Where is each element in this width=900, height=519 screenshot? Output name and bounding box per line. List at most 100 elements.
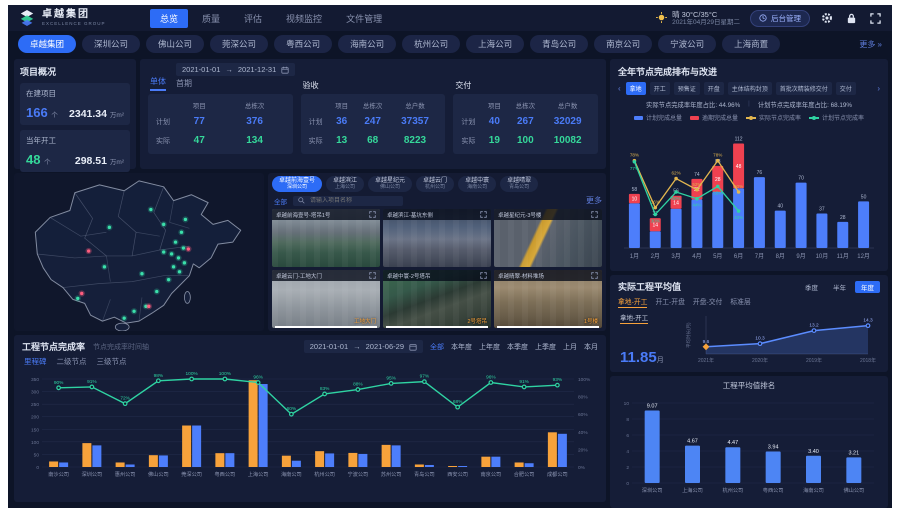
actual-bar[interactable] <box>292 461 301 467</box>
company-tab[interactable]: 佛山公司 <box>146 35 204 53</box>
project-dot[interactable] <box>174 240 177 243</box>
video-project-tab[interactable]: 卓越滨江上海公司 <box>326 176 364 192</box>
video-project-tab[interactable]: 卓越晴翠青岛公司 <box>500 176 538 192</box>
project-dot[interactable] <box>183 261 186 264</box>
project-dot[interactable] <box>103 265 106 268</box>
company-tab[interactable]: 粤西公司 <box>274 35 332 53</box>
plan-bar[interactable] <box>348 453 357 467</box>
video-tile[interactable]: 卓越星纪元-3号楼 <box>494 209 602 267</box>
avg-tab-标准层[interactable]: 标准层 <box>730 296 750 308</box>
plan-bar[interactable] <box>82 443 91 467</box>
nav-item-视频监控[interactable]: 视频监控 <box>276 9 332 28</box>
plan-bar[interactable] <box>629 203 640 248</box>
video-project-tab[interactable]: 卓越云门杭州公司 <box>416 176 454 192</box>
chevron-right-icon[interactable]: › <box>877 84 880 93</box>
settings-icon[interactable] <box>820 11 834 25</box>
rank-bar[interactable] <box>725 447 740 483</box>
legend-item[interactable]: 逾期完成总量 <box>690 113 738 122</box>
rank-bar[interactable] <box>766 451 781 483</box>
bottom-filter-本月[interactable]: 本月 <box>584 342 598 352</box>
actual-bar[interactable] <box>491 457 500 467</box>
nav-item-质量[interactable]: 质量 <box>192 9 230 28</box>
table-tab-单体[interactable]: 单体 <box>150 76 166 91</box>
video-tile[interactable]: 卓越晴翠-材料堆场1号楼 <box>494 270 602 328</box>
rank-bar[interactable] <box>806 456 821 483</box>
alert-project-dot[interactable] <box>147 305 150 308</box>
company-tab[interactable]: 海南公司 <box>338 35 396 53</box>
project-dot[interactable] <box>170 252 173 255</box>
project-dot[interactable] <box>76 297 79 300</box>
avg-toggle-季度[interactable]: 季度 <box>799 281 824 293</box>
annual-filter-首批次精装修交付[interactable]: 首批次精装修交付 <box>776 82 832 95</box>
bottom-tab-二级节点[interactable]: 二级节点 <box>57 356 87 367</box>
alert-project-dot[interactable] <box>87 249 90 252</box>
video-more-link[interactable]: 更多 <box>586 195 602 206</box>
company-tab[interactable]: 南京公司 <box>594 35 652 53</box>
plan-bar[interactable] <box>481 457 490 467</box>
actual-bar[interactable] <box>525 463 534 467</box>
actual-bar[interactable] <box>126 464 135 467</box>
video-tile[interactable]: 卓越前海壹号-塔吊1号 <box>272 209 380 267</box>
plan-bar[interactable] <box>215 453 224 467</box>
plan-bar[interactable] <box>754 177 765 248</box>
plan-bar[interactable] <box>671 209 682 248</box>
project-dot[interactable] <box>177 256 180 259</box>
fullscreen-icon[interactable] <box>868 11 882 25</box>
plan-bar[interactable] <box>712 192 723 248</box>
project-dot[interactable] <box>123 316 126 319</box>
legend-item[interactable]: 实际节点完成率 <box>746 113 801 122</box>
video-project-tab[interactable]: 卓越中寰海南公司 <box>458 176 496 192</box>
actual-bar[interactable] <box>59 462 68 467</box>
company-tab[interactable]: 杭州公司 <box>402 35 460 53</box>
actual-bar[interactable] <box>425 465 434 467</box>
legend-item[interactable]: 计划节点完成率 <box>809 113 864 122</box>
plan-bar[interactable] <box>858 201 869 248</box>
actual-bar[interactable] <box>558 434 567 467</box>
avg-tab-开工-开盘[interactable]: 开工-开盘 <box>655 296 684 308</box>
nav-item-评估[interactable]: 评估 <box>234 9 272 28</box>
actual-bar[interactable] <box>92 445 101 467</box>
project-dot[interactable] <box>167 278 170 281</box>
video-tile[interactable]: 卓越滨江-基坑东侧 <box>383 209 491 267</box>
tile-expand-icon[interactable] <box>480 211 487 218</box>
plan-bar[interactable] <box>116 462 125 467</box>
company-tab[interactable]: 深圳公司 <box>82 35 140 53</box>
project-dot[interactable] <box>140 272 143 275</box>
video-filter-all[interactable]: 全部 <box>274 196 287 206</box>
nav-item-文件管理[interactable]: 文件管理 <box>336 9 392 28</box>
project-dot[interactable] <box>162 250 165 253</box>
project-dot[interactable] <box>149 208 152 211</box>
project-dot[interactable] <box>132 310 135 313</box>
bottom-tab-里程碑[interactable]: 里程碑 <box>24 356 47 367</box>
actual-bar[interactable] <box>225 453 234 467</box>
plan-bar[interactable] <box>249 380 258 467</box>
annual-filter-拿地[interactable]: 拿地 <box>626 82 646 95</box>
tile-expand-icon[interactable] <box>591 272 598 279</box>
project-dot[interactable] <box>172 265 175 268</box>
plan-bar[interactable] <box>315 451 324 467</box>
video-search[interactable] <box>293 196 403 206</box>
plan-bar[interactable] <box>448 466 457 467</box>
table-tab-首期[interactable]: 首期 <box>176 78 192 91</box>
annual-filter-开盘[interactable]: 开盘 <box>704 82 724 95</box>
avg-tab-开盘-交付[interactable]: 开盘-交付 <box>693 296 722 308</box>
company-tab[interactable]: 莞深公司 <box>210 35 268 53</box>
company-tab[interactable]: 上海商置 <box>722 35 780 53</box>
actual-bar[interactable] <box>458 466 467 467</box>
rank-bar[interactable] <box>645 410 660 483</box>
video-project-tab[interactable]: 卓越前海壹号深圳公司 <box>272 176 322 192</box>
plan-bar[interactable] <box>837 222 848 248</box>
video-project-tab[interactable]: 卓越星纪元佛山公司 <box>368 176 412 192</box>
date-range-picker[interactable]: 2021-01-01 → 2021-12-31 <box>176 63 295 76</box>
plan-bar[interactable] <box>415 464 424 467</box>
bottom-filter-全部[interactable]: 全部 <box>430 342 444 352</box>
plan-bar[interactable] <box>816 213 827 248</box>
plan-bar[interactable] <box>548 432 557 467</box>
stat-card-started-this-year[interactable]: 当年开工 48 个 298.51 万m² <box>20 130 130 172</box>
project-dot[interactable] <box>184 218 187 221</box>
company-tab[interactable]: 卓越集团 <box>18 35 76 53</box>
tile-expand-icon[interactable] <box>591 211 598 218</box>
legend-item[interactable]: 计划完成总量 <box>634 113 682 122</box>
project-dot[interactable] <box>162 223 165 226</box>
bottom-date-range[interactable]: 2021-01-01 → 2021-06-29 <box>304 340 423 353</box>
